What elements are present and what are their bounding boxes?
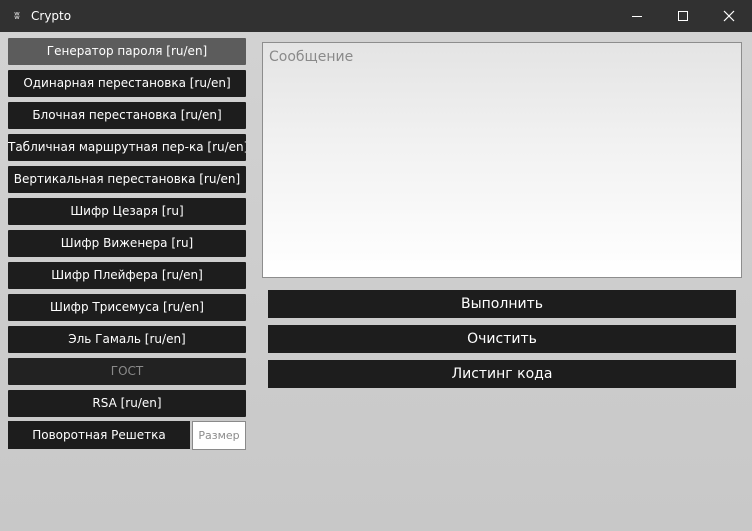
code-listing-button[interactable]: Листинг кода [268,360,736,388]
minimize-icon [632,16,642,17]
sidebar-item-elgamal[interactable]: Эль Гамаль [ru/en] [8,326,246,353]
maximize-icon [678,11,688,21]
sidebar-item-gost: ГОСТ [8,358,246,385]
sidebar-item-caesar-cipher[interactable]: Шифр Цезаря [ru] [8,198,246,225]
close-icon [723,10,735,22]
grid-size-input[interactable]: Размер [192,421,246,450]
clear-button[interactable]: Очистить [268,325,736,353]
minimize-button[interactable] [614,0,660,32]
title-bar: ʬ Crypto [0,0,752,32]
sidebar-item-trithemius-cipher[interactable]: Шифр Трисемуса [ru/en] [8,294,246,321]
sidebar-item-table-route-permutation[interactable]: Табличная маршрутная пер-ка [ru/en] [8,134,246,161]
sidebar-item-vertical-permutation[interactable]: Вертикальная перестановка [ru/en] [8,166,246,193]
sidebar-item-block-permutation[interactable]: Блочная перестановка [ru/en] [8,102,246,129]
sidebar-item-password-generator[interactable]: Генератор пароля [ru/en] [8,38,246,65]
message-textarea[interactable]: Сообщение [262,42,742,278]
window-title: Crypto [31,9,72,23]
sidebar-item-rsa[interactable]: RSA [ru/en] [8,390,246,417]
kivy-icon: ʬ [14,9,20,22]
sidebar-item-playfair-cipher[interactable]: Шифр Плейфера [ru/en] [8,262,246,289]
execute-button[interactable]: Выполнить [268,290,736,318]
close-button[interactable] [706,0,752,32]
sidebar-item-single-permutation[interactable]: Одинарная перестановка [ru/en] [8,70,246,97]
sidebar-item-vigenere-cipher[interactable]: Шифр Виженера [ru] [8,230,246,257]
sidebar-item-rotating-grid[interactable]: Поворотная Решетка [8,421,190,449]
maximize-button[interactable] [660,0,706,32]
message-placeholder: Сообщение [269,49,354,65]
